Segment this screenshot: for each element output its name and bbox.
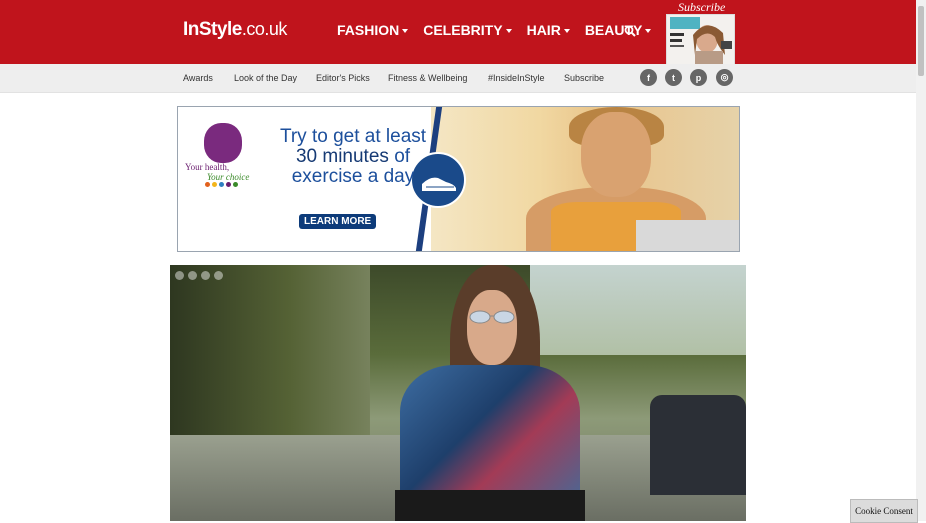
twitter-icon[interactable]: t [665, 69, 682, 86]
pinterest-icon[interactable]: p [690, 69, 707, 86]
magazine-cover-image[interactable] [666, 14, 735, 66]
subnav-look-of-the-day[interactable]: Look of the Day [234, 73, 297, 83]
sunglasses-icon [469, 310, 515, 324]
scrollbar-thumb[interactable] [918, 6, 924, 76]
subnav-awards[interactable]: Awards [183, 73, 213, 83]
site-header: InStyle.co.uk FASHION CELEBRITY HAIR BEA… [0, 0, 916, 66]
nav-fashion[interactable]: FASHION [337, 22, 409, 38]
hero-image[interactable] [170, 265, 746, 521]
subnav-fitness-wellbeing[interactable]: Fitness & Wellbeing [388, 73, 467, 83]
carousel-dot[interactable] [214, 271, 223, 280]
carousel-dot[interactable] [201, 271, 210, 280]
subscribe-label[interactable]: Subscribe [678, 0, 725, 15]
ad-banner[interactable]: Your health, Your choice Try to get at l… [177, 106, 740, 252]
secondary-nav: Awards Look of the Day Editor's Picks Fi… [0, 64, 916, 93]
main-nav: FASHION CELEBRITY HAIR BEAUTY [337, 22, 652, 38]
chevron-down-icon [402, 28, 409, 33]
car-image [650, 395, 746, 495]
carousel-dots [175, 271, 223, 280]
subnav-insideinstyle[interactable]: #InsideInStyle [488, 73, 545, 83]
carousel-dot[interactable] [175, 271, 184, 280]
subnav-subscribe[interactable]: Subscribe [564, 73, 604, 83]
nav-hair[interactable]: HAIR [527, 22, 570, 38]
magazine-cover-art [667, 15, 734, 65]
chevron-down-icon [645, 28, 652, 33]
ad-placeholder-box [636, 220, 739, 251]
ad-headline: Try to get at least 30 minutes of exerci… [279, 126, 427, 187]
site-logo[interactable]: InStyle.co.uk [183, 19, 287, 41]
cookie-consent-button[interactable]: Cookie Consent [850, 499, 918, 523]
nav-beauty[interactable]: BEAUTY [585, 22, 652, 38]
facebook-icon[interactable]: f [640, 69, 657, 86]
instagram-icon[interactable]: ◎ [716, 69, 733, 86]
subnav-editors-picks[interactable]: Editor's Picks [316, 73, 370, 83]
ad-logo-text: Your health, Your choice [185, 162, 250, 182]
nav-celebrity[interactable]: CELEBRITY [423, 22, 512, 38]
page-scrollbar[interactable] [916, 0, 926, 521]
apple-logo-icon [204, 123, 242, 163]
ad-logo-dots [205, 182, 238, 187]
learn-more-button[interactable]: LEARN MORE [299, 214, 377, 229]
chevron-down-icon [505, 28, 512, 33]
chevron-down-icon [563, 28, 570, 33]
search-icon[interactable] [624, 25, 636, 37]
carousel-dot[interactable] [188, 271, 197, 280]
